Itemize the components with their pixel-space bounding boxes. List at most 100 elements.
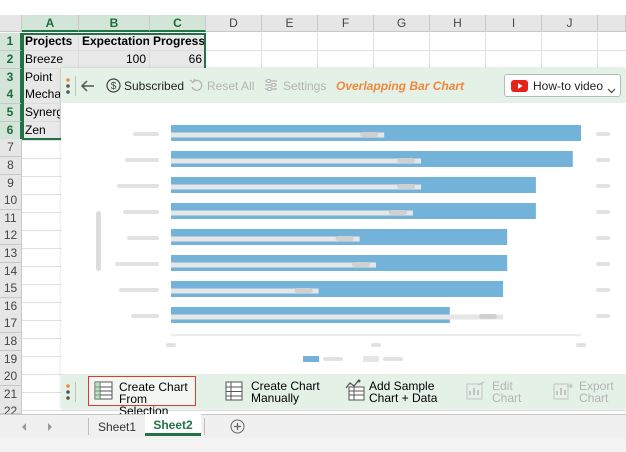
cell-a3[interactable]: Point [22,69,61,87]
status-bar [0,438,626,452]
row-header-12[interactable]: 12 [0,227,22,245]
add-sheet-icon[interactable] [230,419,245,434]
row-header-18[interactable]: 18 [0,333,22,351]
row-header-14[interactable]: 14 [0,263,22,281]
row-header-8[interactable]: 8 [0,157,22,175]
data-label-placeholder [388,210,407,215]
dollar-circle-icon: $ [106,78,121,93]
tab-separator [204,418,205,435]
chart-preview [61,103,626,374]
create-chart-from-selection-button[interactable]: Create Chart From Selection [88,376,196,417]
table-grid-icon [94,381,113,400]
back-arrow-icon[interactable] [80,78,96,94]
column-header-g[interactable]: G [374,15,430,32]
cell-a4[interactable]: Mecha [22,86,61,104]
row-header-13[interactable]: 13 [0,245,22,263]
tab-sheet2[interactable]: Sheet2 [145,414,201,436]
value-label-placeholder [596,158,610,162]
tab-separator [88,418,89,435]
column-header-b[interactable]: B [79,15,150,32]
column-header-k[interactable] [598,15,626,32]
chart-addin-panel: $ Subscribed Reset All Settings Overlapp… [61,68,626,417]
column-header-h[interactable]: H [430,15,486,32]
sample-chart-data-icon [344,379,366,401]
legend-swatch-1 [303,356,319,362]
cell-c2[interactable]: 66 [150,51,206,69]
column-header-i[interactable]: I [486,15,542,32]
cell-a2[interactable]: Breeze [22,51,79,69]
column-header-f[interactable]: F [318,15,374,32]
value-label-placeholder [596,132,610,136]
row-header-2[interactable]: 2 [0,51,22,69]
legend-label-placeholder [323,357,343,361]
tab-sheet1[interactable]: Sheet1 [92,418,142,437]
category-label-placeholder [125,158,159,162]
row-header-21[interactable]: 21 [0,386,22,404]
settings-button[interactable]: Settings [283,79,326,93]
edit-chart-button[interactable]: Edit Chart [464,376,529,406]
column-header-e[interactable]: E [262,15,318,32]
row-header-20[interactable]: 20 [0,368,22,386]
scroll-right-icon[interactable] [46,421,54,431]
value-label-placeholder [596,184,610,188]
row-header-6[interactable]: 6 [0,122,22,140]
export-chart-button[interactable]: Export Chart [551,376,621,406]
how-to-video-dropdown[interactable]: How-to video [504,74,621,97]
row-header-1[interactable]: 1 [0,33,22,51]
create-manually-line2: Manually [251,391,300,405]
grid-column-lines [206,33,626,68]
tick-label-placeholder [166,343,176,347]
divider [75,382,76,402]
chevron-down-icon [607,83,616,94]
category-label-placeholder [119,288,159,292]
cell-a1[interactable]: Projects [22,33,79,51]
bar-series-2 [171,184,422,190]
row-header-3[interactable]: 3 [0,69,22,87]
row-header-22[interactable]: 22 [0,403,22,418]
cell-a6[interactable]: Zen [22,122,61,140]
reset-all-button[interactable]: Reset All [207,79,254,93]
subscribed-button[interactable]: Subscribed [124,79,184,93]
panel-bottom-toolbar: Create Chart From Selection Create Chart… [61,374,626,417]
row-header-17[interactable]: 17 [0,315,22,333]
export-chart-icon [553,381,573,401]
value-label-placeholder [596,210,610,214]
row-header-5[interactable]: 5 [0,104,22,122]
drag-handle-icon[interactable] [66,383,70,401]
row-header-7[interactable]: 7 [0,139,22,157]
youtube-icon [511,80,528,92]
tick-label-placeholder [371,343,381,347]
create-chart-manually-button[interactable]: Create Chart Manually [221,376,321,406]
row-header-15[interactable]: 15 [0,280,22,298]
value-label-placeholder [596,288,610,292]
column-header-j[interactable]: J [542,15,598,32]
row-header-11[interactable]: 11 [0,210,22,228]
drag-handle-icon[interactable] [66,77,70,95]
row-header-10[interactable]: 10 [0,192,22,210]
row-header-4[interactable]: 4 [0,86,22,104]
data-label-placeholder [479,314,498,319]
row-header-19[interactable]: 19 [0,351,22,369]
column-header-a[interactable]: A [22,15,79,32]
column-header-c[interactable]: C [150,15,206,32]
cell-b1[interactable]: Expectation [79,33,150,51]
cell-a5[interactable]: Synerg [22,104,61,122]
column-header-d[interactable]: D [206,15,262,32]
add-sample-chart-button[interactable]: Add Sample Chart + Data [341,376,441,406]
category-label-placeholder [133,132,159,136]
category-label-placeholder [131,314,159,318]
data-label-placeholder [397,158,416,163]
settings-sliders-icon [264,78,278,92]
select-all-corner[interactable] [0,15,22,32]
category-label-placeholder [127,236,159,240]
chart-type-title: Overlapping Bar Chart [336,79,465,93]
bar-series-2 [171,158,422,164]
cell-c1[interactable]: Progress [150,33,206,51]
cell-b2[interactable]: 100 [79,51,150,69]
overlapping-bar-chart [96,125,610,362]
category-label-placeholder [123,210,159,214]
row-header-9[interactable]: 9 [0,175,22,193]
row-header-16[interactable]: 16 [0,298,22,316]
scroll-left-icon[interactable] [20,421,28,431]
bar-series-2 [171,210,413,216]
